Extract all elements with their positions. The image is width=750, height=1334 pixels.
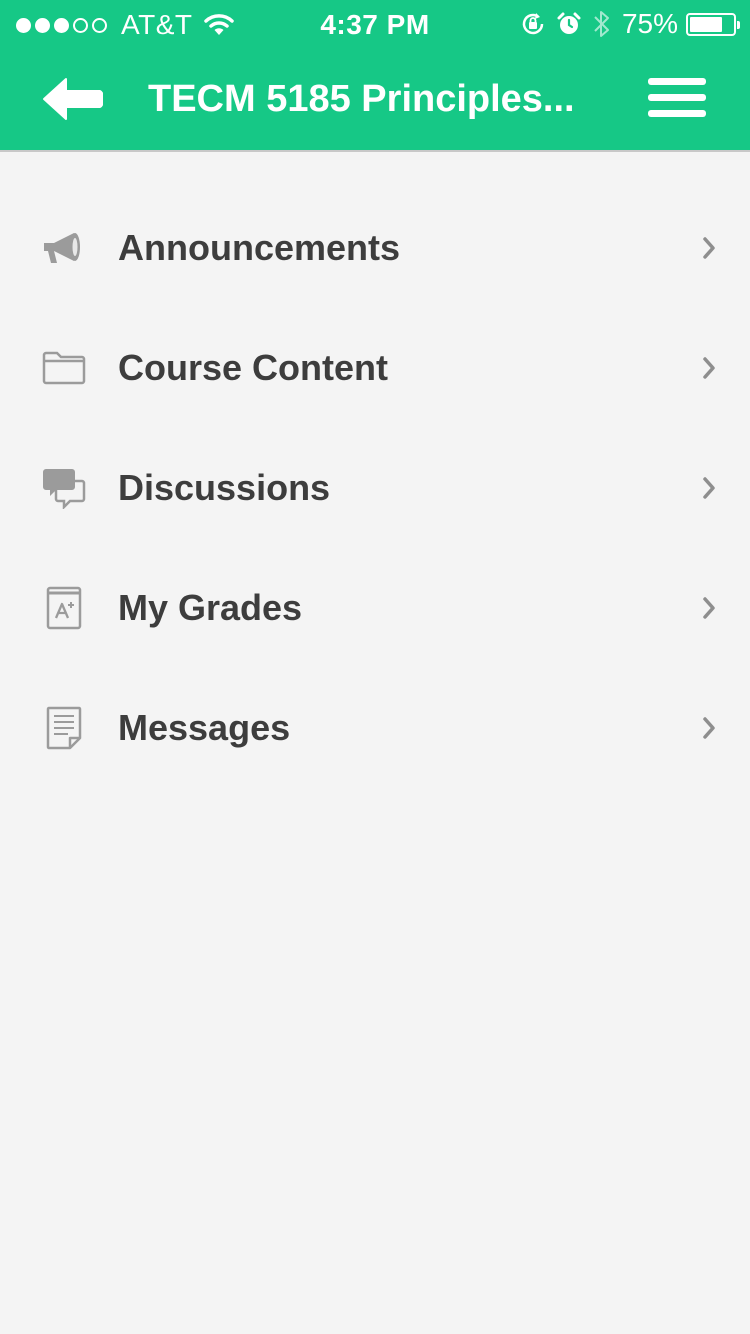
chevron-right-icon — [702, 548, 716, 668]
chat-bubbles-icon — [40, 428, 88, 548]
grade-icon — [40, 548, 88, 668]
course-menu-list: Announcements Course Content Discussions — [0, 188, 750, 788]
menu-bar — [648, 110, 706, 117]
orientation-lock-icon — [522, 13, 544, 35]
menu-item-my-grades[interactable]: My Grades — [0, 548, 750, 668]
back-arrow-icon — [43, 78, 103, 120]
menu-item-announcements[interactable]: Announcements — [0, 188, 750, 308]
back-button[interactable] — [40, 76, 106, 122]
chevron-right-icon — [702, 188, 716, 308]
menu-item-course-content[interactable]: Course Content — [0, 308, 750, 428]
folder-icon — [40, 308, 88, 428]
status-bar: AT&T 4:37 PM 75% — [0, 0, 750, 50]
alarm-icon — [557, 12, 581, 34]
menu-item-label: Course Content — [118, 347, 388, 388]
menu-item-label: Messages — [118, 707, 291, 748]
menu-item-label: Discussions — [118, 467, 331, 508]
bluetooth-icon — [594, 11, 609, 37]
menu-bar — [648, 78, 706, 85]
menu-item-label: My Grades — [118, 587, 303, 628]
menu-item-discussions[interactable]: Discussions — [0, 428, 750, 548]
battery-icon — [686, 12, 740, 36]
document-icon — [40, 668, 88, 788]
menu-item-label: Announcements — [118, 227, 401, 268]
chevron-right-icon — [702, 428, 716, 548]
battery-percentage: 75% — [621, 8, 678, 39]
app-header: AT&T 4:37 PM 75% TECM 5185 Principles... — [0, 0, 750, 152]
chevron-right-icon — [702, 308, 716, 428]
megaphone-icon — [40, 188, 88, 308]
menu-item-messages[interactable]: Messages — [0, 668, 750, 788]
page-title: TECM 5185 Principles... — [148, 78, 575, 120]
status-right: 75% — [510, 8, 740, 40]
hamburger-menu-button[interactable] — [648, 78, 706, 118]
menu-bar — [648, 94, 706, 101]
chevron-right-icon — [702, 668, 716, 788]
